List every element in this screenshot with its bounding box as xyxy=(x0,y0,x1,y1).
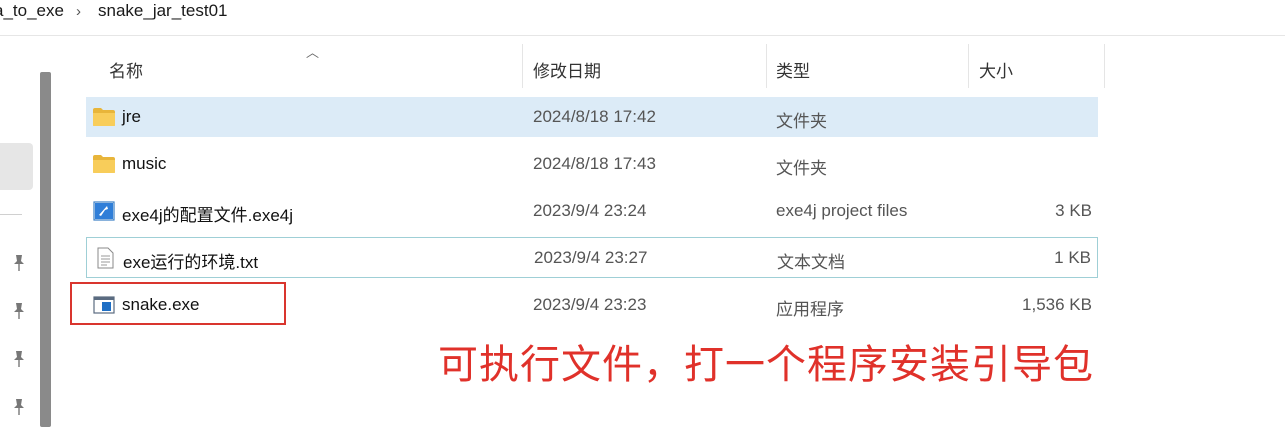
file-size: 1 KB xyxy=(1054,248,1091,267)
file-row[interactable]: exe运行的环境.txt 2023/9/4 23:27 文本文档 1 KB xyxy=(86,237,1098,278)
file-date: 2023/9/4 23:24 xyxy=(533,201,647,220)
file-type: 文件夹 xyxy=(776,159,827,178)
file-date: 2023/9/4 23:23 xyxy=(533,295,647,314)
file-type: 应用程序 xyxy=(776,300,844,319)
column-header-name[interactable]: 名称 xyxy=(86,44,522,88)
file-date: 2024/8/18 17:43 xyxy=(533,154,656,173)
file-type: 文件夹 xyxy=(776,112,827,131)
column-header-size[interactable]: 大小 xyxy=(969,44,1104,88)
pin-icon[interactable] xyxy=(11,398,27,416)
column-header-label: 修改日期 xyxy=(533,62,601,81)
highlight-box xyxy=(70,282,286,325)
column-divider[interactable] xyxy=(1104,44,1105,88)
nav-selected-item[interactable] xyxy=(0,143,33,190)
file-date: 2023/9/4 23:27 xyxy=(534,248,648,267)
breadcrumb-item-current[interactable]: snake_jar_test01 xyxy=(98,1,227,21)
folder-icon xyxy=(93,155,115,173)
file-name: jre xyxy=(122,107,141,126)
file-size: 3 KB xyxy=(1055,201,1092,220)
file-type: exe4j project files xyxy=(776,201,908,220)
file-row[interactable]: jre 2024/8/18 17:42 文件夹 xyxy=(86,97,1098,137)
chevron-right-icon: › xyxy=(76,3,81,20)
file-date: 2024/8/18 17:42 xyxy=(533,107,656,126)
file-row[interactable]: music 2024/8/18 17:43 文件夹 xyxy=(86,144,1098,184)
breadcrumb-item-parent[interactable]: a_to_exe xyxy=(0,1,64,21)
file-row[interactable]: exe4j的配置文件.exe4j 2023/9/4 23:24 exe4j pr… xyxy=(86,191,1098,231)
file-type: 文本文档 xyxy=(777,253,845,272)
column-header-type[interactable]: 类型 xyxy=(767,44,967,88)
exe4j-project-icon xyxy=(93,201,115,221)
pin-icon[interactable] xyxy=(11,350,27,368)
breadcrumb: a_to_exe › snake_jar_test01 xyxy=(0,0,1285,34)
file-size: 1,536 KB xyxy=(1022,295,1092,314)
toolbar-divider xyxy=(0,35,1285,36)
folder-icon xyxy=(93,108,115,126)
column-header-label: 大小 xyxy=(979,62,1013,81)
pin-icon[interactable] xyxy=(11,254,27,272)
file-name: exe运行的环境.txt xyxy=(123,253,259,272)
column-header-label: 类型 xyxy=(776,62,810,81)
nav-scrollbar[interactable] xyxy=(40,72,51,427)
annotation-text: 可执行文件，打一个程序安装引导包 xyxy=(438,342,1094,388)
nav-divider xyxy=(0,214,22,215)
pin-icon[interactable] xyxy=(11,302,27,320)
column-header-label: 名称 xyxy=(109,62,143,81)
column-header-date[interactable]: 修改日期 xyxy=(523,44,766,88)
file-name: exe4j的配置文件.exe4j xyxy=(122,206,294,225)
file-name: music xyxy=(122,154,167,173)
text-document-icon xyxy=(97,247,114,269)
